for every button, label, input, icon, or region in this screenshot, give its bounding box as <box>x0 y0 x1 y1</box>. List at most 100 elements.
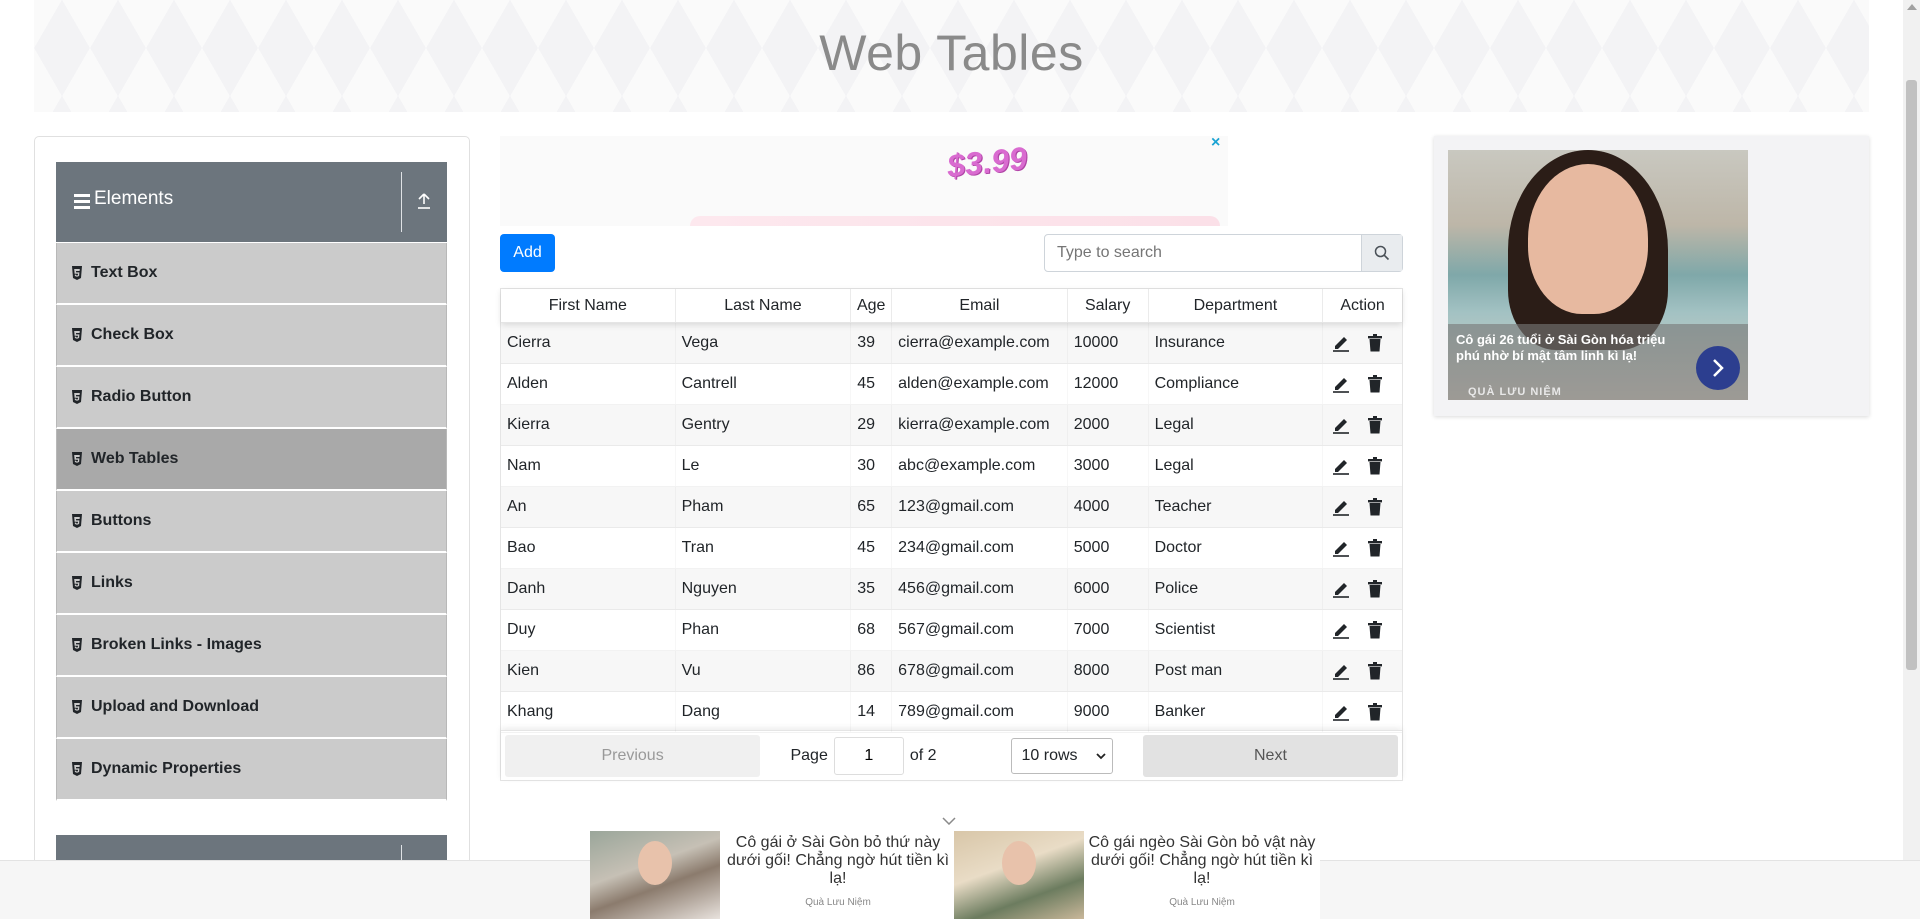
html5-icon <box>71 700 83 714</box>
edit-pencil-icon[interactable] <box>1331 497 1351 517</box>
search-button[interactable] <box>1361 235 1402 271</box>
right-ad[interactable]: Cô gái 26 tuổi ở Sài Gòn hóa triệu phú n… <box>1434 136 1869 416</box>
chevron-down-icon <box>1095 752 1106 759</box>
row-actions <box>1323 528 1402 568</box>
column-header-last-name[interactable]: Last Name <box>676 289 852 322</box>
ad-price: $3.99 <box>945 139 1029 185</box>
edit-pencil-icon[interactable] <box>1331 661 1351 681</box>
table-cell: 3000 <box>1068 446 1149 486</box>
html5-icon <box>71 328 83 342</box>
edit-pencil-icon[interactable] <box>1331 538 1351 558</box>
column-header-action[interactable]: Action <box>1323 289 1402 322</box>
hamburger-icon <box>74 194 90 210</box>
table-cell: Khang <box>501 692 676 732</box>
ad-headline: Cô gái 26 tuổi ở Sài Gòn hóa triệu phú n… <box>1456 332 1666 363</box>
previous-button[interactable]: Previous <box>505 734 761 777</box>
sidebar-item-upload-and-download[interactable]: Upload and Download <box>56 677 447 739</box>
table-cell: 65 <box>851 487 892 527</box>
html5-icon <box>71 266 83 280</box>
elements-group-header[interactable]: Elements <box>56 162 447 242</box>
sidebar-item-links[interactable]: Links <box>56 553 447 615</box>
row-actions <box>1323 364 1402 404</box>
table-cell: Cantrell <box>676 364 852 404</box>
edit-pencil-icon[interactable] <box>1331 333 1351 353</box>
table-cell: 29 <box>851 405 892 445</box>
page-number-input[interactable] <box>833 736 904 775</box>
edit-pencil-icon[interactable] <box>1331 374 1351 394</box>
bottom-ad-1[interactable]: Cô gái ở Sài Gòn bỏ thứ này dưới gối! Ch… <box>590 831 956 919</box>
delete-trash-icon[interactable] <box>1365 497 1385 517</box>
sidebar-item-web-tables[interactable]: Web Tables <box>56 429 447 491</box>
table-cell: 14 <box>851 692 892 732</box>
column-header-department[interactable]: Department <box>1149 289 1324 322</box>
delete-trash-icon[interactable] <box>1365 456 1385 476</box>
sidebar-item-label: Web Tables <box>91 450 179 467</box>
delete-trash-icon[interactable] <box>1365 415 1385 435</box>
table-cell: Phan <box>676 610 852 650</box>
add-button[interactable]: Add <box>500 234 555 272</box>
chevron-down-icon[interactable] <box>942 812 956 828</box>
delete-trash-icon[interactable] <box>1365 374 1385 394</box>
collapse-upload-icon[interactable] <box>416 192 432 215</box>
row-actions <box>1323 487 1402 527</box>
column-header-salary[interactable]: Salary <box>1068 289 1149 322</box>
table-cell: 789@gmail.com <box>892 692 1068 732</box>
delete-trash-icon[interactable] <box>1365 538 1385 558</box>
table-cell: 6000 <box>1068 569 1149 609</box>
table-cell: Nguyen <box>676 569 852 609</box>
table-cell: Insurance <box>1149 323 1324 363</box>
edit-pencil-icon[interactable] <box>1331 702 1351 722</box>
table-cell: 2000 <box>1068 405 1149 445</box>
delete-trash-icon[interactable] <box>1365 333 1385 353</box>
page-title: Web Tables <box>819 25 1084 81</box>
delete-trash-icon[interactable] <box>1365 702 1385 722</box>
top-ad-banner[interactable]: $3.99 <box>500 136 1228 226</box>
next-button[interactable]: Next <box>1142 734 1399 777</box>
table-row: Khang Dang 14 789@gmail.com 9000 Banker <box>501 692 1402 733</box>
delete-trash-icon[interactable] <box>1365 620 1385 640</box>
table-cell: kierra@example.com <box>892 405 1068 445</box>
arrow-right-icon[interactable] <box>1696 346 1740 390</box>
sidebar-item-radio-button[interactable]: Radio Button <box>56 367 447 429</box>
table-cell: Police <box>1149 569 1324 609</box>
table-cell: 234@gmail.com <box>892 528 1068 568</box>
sidebar-item-label: Text Box <box>91 264 158 281</box>
table-cell: Vega <box>676 323 852 363</box>
sidebar-item-text-box[interactable]: Text Box <box>56 243 447 305</box>
bottom-ad-2[interactable]: Cô gái ngèo Sài Gòn bỏ vật này dưới gối!… <box>954 831 1320 919</box>
edit-pencil-icon[interactable] <box>1331 415 1351 435</box>
column-header-first-name[interactable]: First Name <box>501 289 676 322</box>
column-header-age[interactable]: Age <box>851 289 893 322</box>
table-cell: Kierra <box>501 405 676 445</box>
table-cell: 86 <box>851 651 892 691</box>
table-header: First Name Last Name Age Email Salary Departm… <box>501 289 1402 323</box>
ad-text: Cô gái ở Sài Gòn bỏ thứ này dưới gối! Ch… <box>726 834 950 887</box>
column-header-email[interactable]: Email <box>892 289 1068 322</box>
table-cell: 9000 <box>1068 692 1149 732</box>
table-cell: abc@example.com <box>892 446 1068 486</box>
delete-trash-icon[interactable] <box>1365 661 1385 681</box>
table-cell: Doctor <box>1149 528 1324 568</box>
table-cell: Dang <box>676 692 852 732</box>
edit-pencil-icon[interactable] <box>1331 620 1351 640</box>
ad-thumbnail <box>590 831 720 919</box>
delete-trash-icon[interactable] <box>1365 579 1385 599</box>
html5-icon <box>71 390 83 404</box>
sidebar-item-broken-links-images[interactable]: Broken Links - Images <box>56 615 447 677</box>
search-input[interactable] <box>1045 235 1361 271</box>
table-cell: 39 <box>851 323 892 363</box>
sidebar-item-dynamic-properties[interactable]: Dynamic Properties <box>56 739 447 801</box>
table-cell: Vu <box>676 651 852 691</box>
sidebar-item-check-box[interactable]: Check Box <box>56 305 447 367</box>
ad-photo[interactable]: Cô gái 26 tuổi ở Sài Gòn hóa triệu phú n… <box>1448 150 1748 400</box>
table-cell: Le <box>676 446 852 486</box>
sidebar-item-buttons[interactable]: Buttons <box>56 491 447 553</box>
scroll-up-arrow[interactable] <box>1907 4 1917 10</box>
edit-pencil-icon[interactable] <box>1331 456 1351 476</box>
search-icon <box>1374 245 1390 261</box>
ad-close-icon[interactable]: × <box>1211 134 1220 152</box>
scrollbar-thumb[interactable] <box>1906 80 1917 670</box>
page-label: Page <box>790 746 828 764</box>
rows-per-page-select[interactable]: 10 rows <box>1010 737 1113 774</box>
edit-pencil-icon[interactable] <box>1331 579 1351 599</box>
